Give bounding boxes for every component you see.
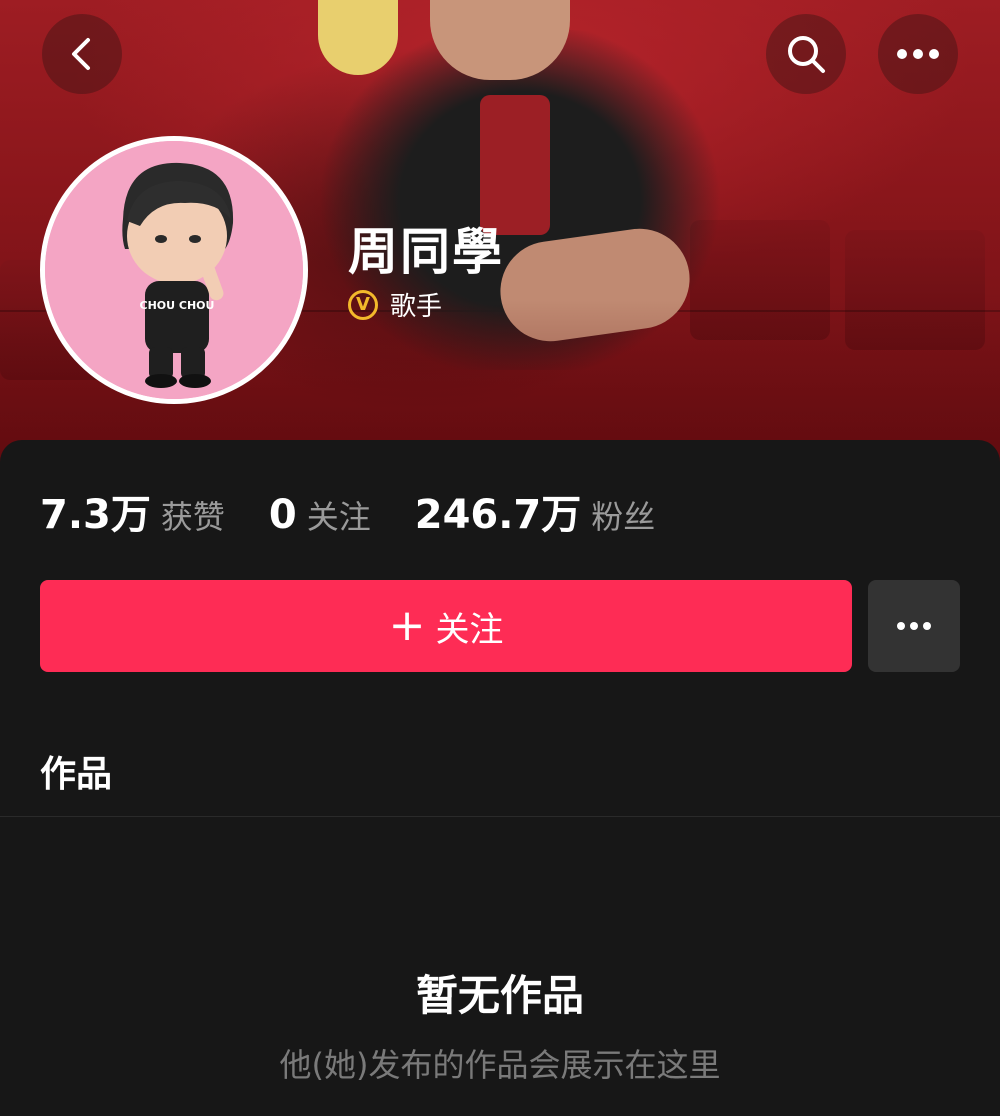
more-horizontal-icon <box>897 622 931 630</box>
profile-name: 周同學 <box>348 223 504 281</box>
search-icon <box>788 36 825 73</box>
verified-v-icon: V <box>348 289 378 320</box>
verified-title: 歌手 <box>390 292 443 322</box>
search-button[interactable] <box>766 14 846 94</box>
profile-stats: 7.3万 获赞 0 关注 246.7万 粉丝 <box>40 482 699 540</box>
follow-button[interactable]: + 关注 <box>40 580 852 672</box>
stat-following[interactable]: 0 关注 <box>269 492 371 538</box>
plus-icon: + <box>388 600 426 651</box>
stat-followers[interactable]: 246.7万 粉丝 <box>415 482 656 540</box>
avatar-figure-image: CHOU CHOU <box>45 141 303 399</box>
more-horizontal-icon <box>897 49 939 59</box>
avatar[interactable]: CHOU CHOU <box>40 136 308 404</box>
stat-following-label: 关注 <box>306 498 371 536</box>
avatar-shirt-text: CHOU CHOU <box>140 299 215 312</box>
follow-button-label: 关注 <box>435 609 504 650</box>
stat-followers-label: 粉丝 <box>591 498 656 536</box>
back-button[interactable] <box>42 14 122 94</box>
more-options-button[interactable] <box>878 14 958 94</box>
stat-following-value: 0 <box>268 492 297 538</box>
chevron-left-icon <box>72 38 90 70</box>
tab-works[interactable]: 作品 <box>40 745 112 797</box>
tab-divider <box>0 816 1000 817</box>
verified-badge-row: V 歌手 <box>348 286 442 323</box>
stat-likes-value: 7.3万 <box>40 492 151 538</box>
stat-likes[interactable]: 7.3万 获赞 <box>40 482 225 540</box>
stat-likes-label: 获赞 <box>160 498 225 536</box>
empty-state-subtitle: 他(她)发布的作品会展示在这里 <box>279 1046 721 1084</box>
profile-more-button[interactable] <box>868 580 960 672</box>
stat-followers-value: 246.7万 <box>414 492 582 538</box>
empty-state-title: 暂无作品 <box>415 971 584 1020</box>
